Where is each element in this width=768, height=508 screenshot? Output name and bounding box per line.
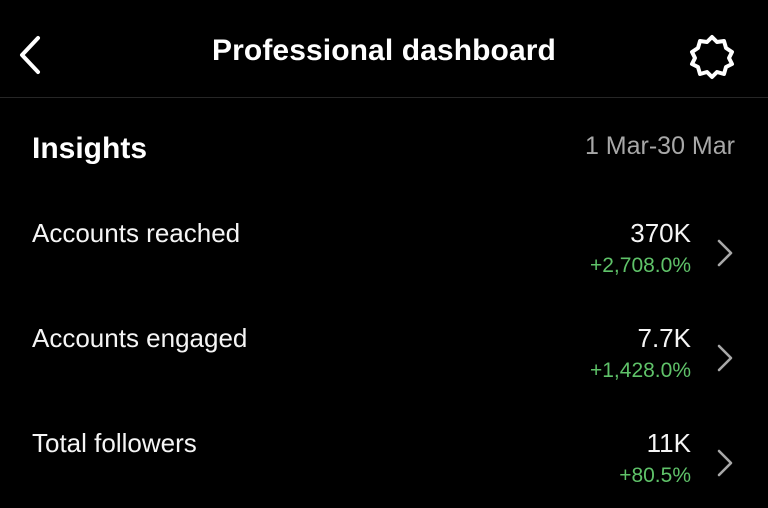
row-label: Accounts reached xyxy=(32,218,241,248)
insight-row-total-followers[interactable]: Total followers 11K +80.5% xyxy=(0,428,768,508)
chevron-right-icon xyxy=(717,449,733,477)
row-label: Total followers xyxy=(32,428,197,458)
top-bar: Professional dashboard xyxy=(0,0,768,98)
row-label: Accounts engaged xyxy=(32,323,248,353)
chevron-right-icon xyxy=(717,239,733,267)
gear-icon[interactable] xyxy=(688,32,736,80)
insight-row-accounts-reached[interactable]: Accounts reached 370K +2,708.0% xyxy=(0,218,768,298)
page-title: Professional dashboard xyxy=(212,34,556,67)
row-change: +2,708.0% xyxy=(589,254,691,277)
insights-header: Insights 1 Mar-30 Mar xyxy=(0,126,768,176)
row-value: 370K xyxy=(630,218,691,248)
chevron-right-icon xyxy=(717,344,733,372)
insights-title: Insights xyxy=(32,132,148,165)
insight-row-accounts-engaged[interactable]: Accounts engaged 7.7K +1,428.0% xyxy=(0,323,768,403)
row-value: 11K xyxy=(646,428,691,458)
row-change: +80.5% xyxy=(619,464,691,487)
date-range[interactable]: 1 Mar-30 Mar xyxy=(585,132,735,161)
row-change: +1,428.0% xyxy=(589,359,691,382)
row-value: 7.7K xyxy=(637,323,692,353)
